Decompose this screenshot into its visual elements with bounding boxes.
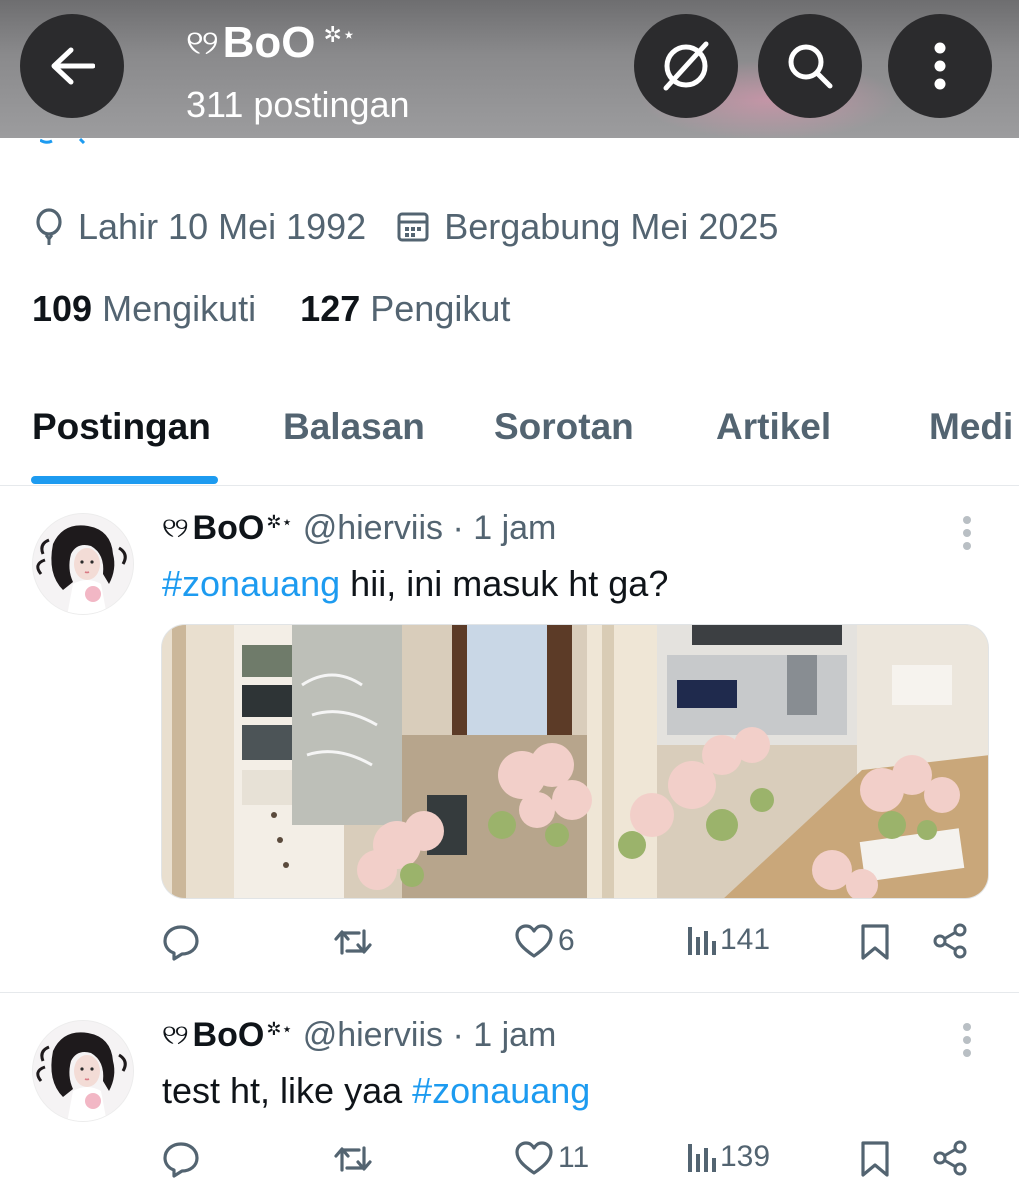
bookmark-icon bbox=[861, 924, 889, 960]
bookmark-icon bbox=[861, 1141, 889, 1177]
views-button[interactable]: 139 bbox=[686, 1140, 770, 1174]
more-button[interactable] bbox=[888, 14, 992, 118]
bow-deco-glyph: ୧୨ bbox=[162, 512, 189, 543]
post-actions: 6 141 bbox=[0, 923, 1019, 973]
profile-meta: Lahir 10 Mei 1992 Bergabung Mei 2025 bbox=[34, 206, 808, 248]
post-body: test ht, like yaa bbox=[162, 1070, 413, 1111]
reply-button[interactable] bbox=[162, 1140, 200, 1178]
followers-link[interactable]: 127 Pengikut bbox=[300, 288, 510, 330]
followers-count: 127 bbox=[300, 288, 361, 329]
post-text: test ht, like yaa #zonauang bbox=[162, 1070, 590, 1112]
following-label: Mengikuti bbox=[102, 288, 257, 329]
profile-header: ୧୨ BoO ✲⋆ 311 postingan bbox=[0, 0, 1019, 138]
post-image[interactable] bbox=[161, 624, 989, 899]
repost-button[interactable] bbox=[332, 923, 374, 961]
hashtag-link[interactable]: #zonauang bbox=[162, 563, 340, 604]
post-header: ୧୨ BoO ✲⋆ @hierviis · 1 jam bbox=[162, 1016, 556, 1055]
like-count: 11 bbox=[558, 1141, 590, 1174]
following-count: 109 bbox=[32, 288, 93, 329]
star-deco-glyph: ✲⋆ bbox=[266, 512, 293, 532]
share-button[interactable] bbox=[932, 1140, 968, 1176]
tab-artikel[interactable]: Artikel bbox=[716, 406, 831, 448]
repost-button[interactable] bbox=[332, 1140, 374, 1178]
view-count: 141 bbox=[720, 923, 771, 956]
views-chart-icon bbox=[688, 1144, 716, 1172]
search-button[interactable] bbox=[758, 14, 862, 118]
birth-info: Lahir 10 Mei 1992 bbox=[34, 206, 366, 248]
display-name-text: BoO bbox=[222, 18, 316, 67]
profile-display-name: ୧୨ BoO ✲⋆ bbox=[186, 18, 356, 68]
like-count: 6 bbox=[558, 924, 575, 957]
cafe-photo bbox=[162, 625, 988, 898]
grok-button[interactable] bbox=[634, 14, 738, 118]
bow-deco-glyph: ୧୨ bbox=[162, 1019, 189, 1050]
reply-icon bbox=[163, 1142, 199, 1178]
post-header: ୧୨ BoO ✲⋆ @hierviis · 1 jam bbox=[162, 509, 556, 548]
tab-balasan[interactable]: Balasan bbox=[283, 406, 425, 448]
birth-label: Lahir 10 Mei 1992 bbox=[78, 206, 367, 247]
author-name[interactable]: BoO bbox=[193, 509, 265, 548]
views-button[interactable]: 141 bbox=[686, 923, 770, 957]
views-chart-icon bbox=[688, 927, 716, 955]
bow-deco-glyph: ୧୨ bbox=[186, 23, 219, 62]
tab-sorotan[interactable]: Sorotan bbox=[494, 406, 634, 448]
reply-button[interactable] bbox=[162, 923, 200, 961]
search-icon bbox=[788, 44, 833, 89]
heart-icon bbox=[515, 1141, 553, 1175]
profile-tabs: Postingan Balasan Sorotan Artikel Medi bbox=[0, 402, 1019, 486]
grok-slash-icon bbox=[663, 41, 709, 91]
hashtag-link[interactable]: #zonauang bbox=[412, 1070, 590, 1111]
repost-icon bbox=[334, 929, 372, 955]
joined-label: Bergabung Mei 2025 bbox=[444, 206, 779, 247]
post-more-icon[interactable] bbox=[958, 1022, 976, 1058]
author-name[interactable]: BoO bbox=[193, 1016, 265, 1055]
bio-link-fragment bbox=[40, 138, 86, 144]
post-body: hii, ini masuk ht ga? bbox=[340, 563, 669, 604]
post-more-icon[interactable] bbox=[958, 515, 976, 551]
like-button[interactable]: 6 bbox=[514, 923, 575, 959]
bookmark-button[interactable] bbox=[860, 923, 890, 961]
avatar[interactable] bbox=[32, 1020, 134, 1122]
post-item[interactable]: ୧୨ BoO ✲⋆ @hierviis · 1 jam test ht, lik… bbox=[0, 994, 1019, 1200]
follow-stats: 109 Mengikuti 127 Pengikut bbox=[32, 288, 510, 330]
more-vertical-icon bbox=[934, 42, 946, 90]
post-count: 311 postingan bbox=[186, 84, 410, 125]
active-tab-indicator bbox=[31, 476, 218, 484]
avatar-illustration bbox=[33, 1021, 133, 1121]
star-deco-glyph: ✲⋆ bbox=[323, 22, 356, 47]
tab-postingan[interactable]: Postingan bbox=[32, 406, 211, 448]
calendar-icon bbox=[397, 212, 429, 242]
arrow-left-icon bbox=[51, 47, 95, 85]
share-icon bbox=[933, 1140, 967, 1176]
joined-info: Bergabung Mei 2025 bbox=[396, 206, 778, 248]
post-actions: 11 139 bbox=[0, 1140, 1019, 1190]
post-text: #zonauang hii, ini masuk ht ga? bbox=[162, 563, 668, 605]
author-handle-time[interactable]: @hierviis · 1 jam bbox=[303, 1016, 557, 1055]
bookmark-button[interactable] bbox=[860, 1140, 890, 1178]
share-icon bbox=[933, 923, 967, 959]
followers-label: Pengikut bbox=[370, 288, 511, 329]
back-button[interactable] bbox=[20, 14, 124, 118]
post-item[interactable]: ୧୨ BoO ✲⋆ @hierviis · 1 jam #zonauang hi… bbox=[0, 487, 1019, 993]
view-count: 139 bbox=[720, 1140, 771, 1173]
tab-media[interactable]: Medi bbox=[929, 406, 1013, 448]
following-link[interactable]: 109 Mengikuti bbox=[32, 288, 256, 330]
avatar[interactable] bbox=[32, 513, 134, 615]
balloon-icon bbox=[36, 208, 62, 245]
star-deco-glyph: ✲⋆ bbox=[266, 1019, 293, 1039]
avatar-illustration bbox=[33, 514, 133, 614]
heart-icon bbox=[515, 924, 553, 958]
share-button[interactable] bbox=[932, 923, 968, 959]
author-handle-time[interactable]: @hierviis · 1 jam bbox=[303, 509, 557, 548]
like-button[interactable]: 11 bbox=[514, 1140, 589, 1176]
reply-icon bbox=[163, 925, 199, 961]
repost-icon bbox=[334, 1146, 372, 1172]
